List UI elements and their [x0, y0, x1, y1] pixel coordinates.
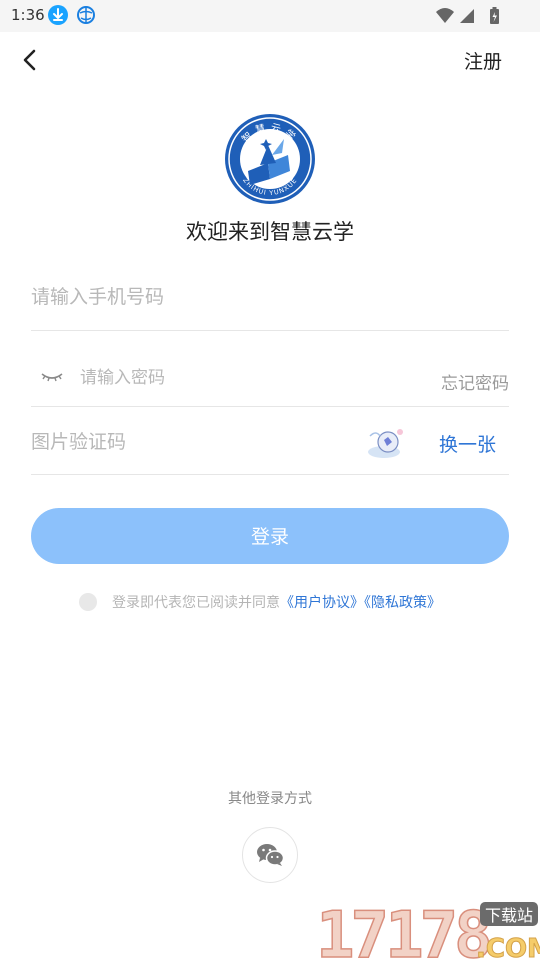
- captcha-input[interactable]: [31, 428, 331, 456]
- eye-closed-icon[interactable]: [41, 369, 63, 385]
- app-logo: 智慧云学 ZHIHUI YUNXUE: [224, 113, 316, 205]
- download-notification-icon: [48, 5, 68, 25]
- globe-notification-icon: [76, 5, 96, 25]
- watermark-number: 17178: [316, 899, 489, 960]
- watermark-tag: 下载站: [485, 906, 533, 925]
- privacy-policy-link[interactable]: 《隐私政策》: [364, 595, 441, 611]
- captcha-field-row: 换一张: [31, 418, 509, 475]
- site-watermark: 17178 下载站 .COM: [315, 897, 540, 964]
- change-captcha-button[interactable]: 换一张: [439, 430, 496, 457]
- agreement-text: 登录即代表您已阅读并同意《用户协议》《隐私政策》: [112, 592, 441, 612]
- back-button[interactable]: [16, 46, 46, 74]
- agreement-checkbox[interactable]: [79, 593, 97, 611]
- phone-input[interactable]: [31, 282, 431, 312]
- chevron-left-icon: [23, 49, 36, 71]
- agreement-prefix: 登录即代表您已阅读并同意: [112, 595, 280, 611]
- password-input[interactable]: [80, 364, 340, 392]
- forgot-password-link[interactable]: 忘记密码: [441, 369, 509, 394]
- password-field-row: 忘记密码: [31, 352, 509, 407]
- status-icons: [434, 5, 506, 27]
- captcha-image[interactable]: [364, 424, 410, 462]
- phone-field-row: [31, 268, 509, 331]
- signal-icon: [460, 9, 474, 23]
- battery-icon: [490, 7, 499, 24]
- status-time: 1:36: [11, 6, 45, 24]
- welcome-title: 欢迎来到智慧云学: [186, 220, 354, 244]
- wechat-login-button[interactable]: [242, 827, 298, 883]
- watermark-suffix: .COM: [476, 934, 540, 960]
- status-bar: 1:36: [0, 0, 540, 32]
- login-button[interactable]: 登录: [31, 508, 509, 564]
- user-agreement-link[interactable]: 《用户协议》: [280, 595, 364, 611]
- register-link[interactable]: 注册: [464, 47, 502, 74]
- wechat-icon: [257, 844, 284, 866]
- wifi-icon: [436, 8, 454, 23]
- other-login-label: 其他登录方式: [228, 791, 312, 807]
